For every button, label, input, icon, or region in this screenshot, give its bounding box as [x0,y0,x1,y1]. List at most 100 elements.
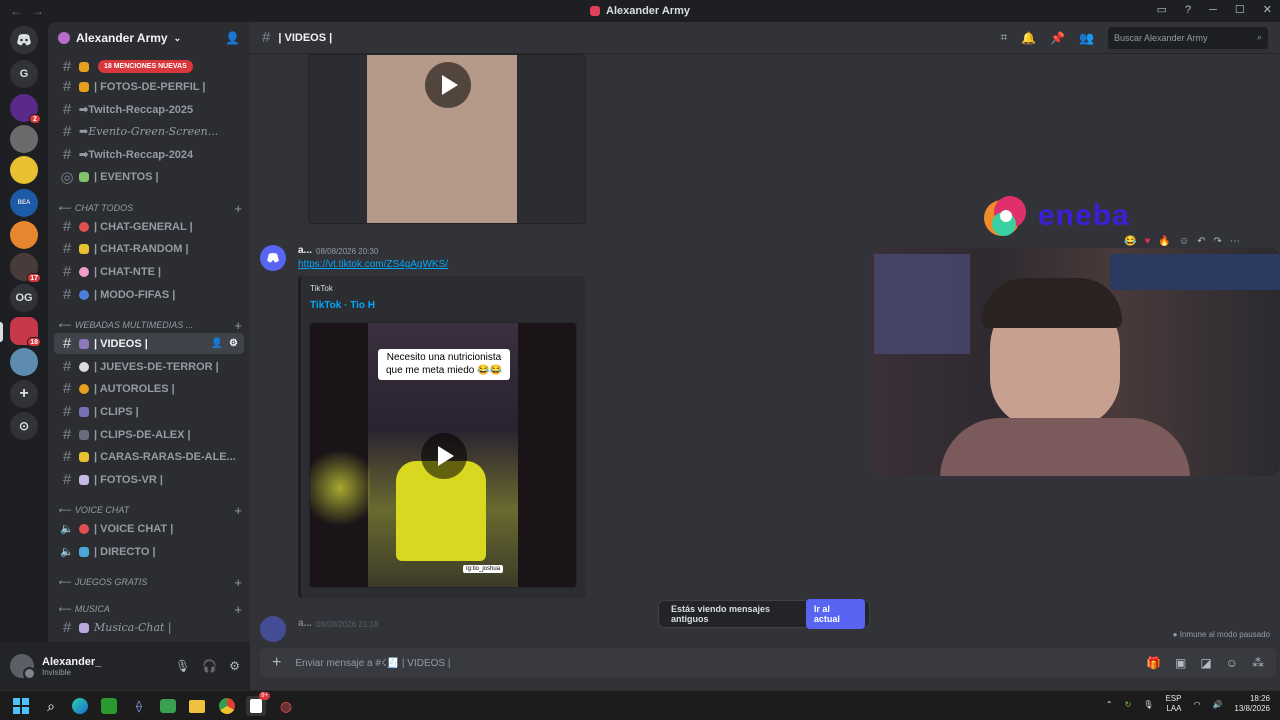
channel-chat-random[interactable]: # | CHAT-RANDOM | [54,238,244,259]
sticker-icon[interactable]: ◪ [1200,656,1211,670]
reply-icon[interactable]: ↶ [1197,236,1205,247]
channel-chat-nte[interactable]: # | CHAT-NTE | [54,261,244,282]
back-icon[interactable]: ← [10,4,22,18]
sync-icon[interactable]: ↻ [1125,700,1132,709]
user-info[interactable]: Alexander_ Invisible [42,656,101,677]
channel-fotos-de-perfil[interactable]: # | FOTOS-DE-PERFIL | [54,76,244,97]
server-dark[interactable]: 17 [10,253,41,283]
file-explorer-icon[interactable] [187,696,207,716]
channel-twitch-reccap-2024[interactable]: # ➡Twitch-Reccap-2024 [54,144,244,165]
pin-icon[interactable]: 📌 [1050,31,1065,45]
add-channel-icon[interactable]: + [234,201,242,216]
minimize-button[interactable]: ─ [1209,4,1217,16]
reaction-laugh-icon[interactable]: 😂 [1124,236,1136,247]
add-reaction-icon[interactable]: ☺ [1179,236,1189,247]
direct-messages-button[interactable] [10,26,38,54]
help-icon[interactable]: ? [1185,4,1191,16]
tiktok-video[interactable]: Necesito una nutricionista que me meta m… [309,322,577,588]
category-chat-todos[interactable]: ⟵ CHAT TODOS + [58,200,242,216]
headphones-icon[interactable]: 🎧 [202,659,217,673]
bell-icon[interactable]: 🔔 [1021,31,1036,45]
tiktok-link[interactable]: https://vt.tiktok.com/ZS4gAgWKS/ [298,259,448,270]
inbox-icon[interactable]: ▭ [1157,3,1167,16]
emoji-icon[interactable]: ☺ [1226,656,1238,670]
gear-icon[interactable]: ⚙ [229,338,238,349]
channel-musica-chat[interactable]: # Musica-Chat | [54,617,244,638]
members-icon[interactable]: 👥 [1079,31,1094,45]
channel-modo-fifas[interactable]: # | MODO-FIFAS | [54,284,244,305]
channel-autoroles[interactable]: # | AUTOROLES | [54,378,244,399]
language-indicator[interactable]: ESP LAA [1165,694,1181,715]
channel-fotos-vr[interactable]: # | FOTOS-VR | [54,469,244,490]
discord-taskbar-icon[interactable]: 9+ [246,692,270,716]
message-avatar[interactable] [260,245,286,271]
channel-chat-general[interactable]: # | CHAT-GENERAL | [54,216,244,237]
channel-evento-green-screen[interactable]: # ➡Evento-Green-Screen... [54,121,244,142]
channel-caras-raras-de-alex[interactable]: # | CARAS-RARAS-DE-ALE... [54,446,244,467]
server-blue[interactable] [10,348,38,376]
server-yellow[interactable] [10,156,38,184]
add-channel-icon[interactable]: + [234,602,242,617]
message-input[interactable]: + Enviar mensaje a #☇🧾 | VIDEOS | 🎁 ▣ ◪ … [260,648,1276,678]
embed-title[interactable]: TikTok · Tio H [310,300,375,311]
add-channel-icon[interactable]: + [234,575,242,590]
channel-directo[interactable]: 🔈 | DIRECTO | [54,541,244,562]
close-button[interactable]: ✕ [1263,3,1272,16]
reaction-heart-icon[interactable]: ♥ [1144,236,1150,247]
maximize-button[interactable]: ☐ [1235,3,1245,16]
server-purple[interactable]: 2 [10,94,41,124]
server-orange[interactable] [10,221,38,249]
channel-voice-chat[interactable]: 🔈 | VOICE CHAT | [54,518,244,539]
volume-icon[interactable]: 🔊 [1212,700,1222,709]
server-grey[interactable] [10,125,38,153]
category-musica[interactable]: ⟵ MUSICA + [58,601,242,617]
channel-clips[interactable]: # | CLIPS | [54,401,244,422]
clock[interactable]: 18:26 13/8/2026 [1234,694,1270,715]
channel-videos[interactable]: # | VIDEOS | 👤 ⚙ [54,333,244,354]
apps-icon[interactable]: ⁂ [1252,656,1264,670]
add-channel-icon[interactable]: + [234,503,242,518]
message-author[interactable]: a... [298,245,312,256]
server-og[interactable]: OG [10,284,38,312]
channel-clips-de-alex[interactable]: # | CLIPS-DE-ALEX | [54,424,244,445]
avatar[interactable] [10,654,36,680]
play-icon[interactable] [425,62,471,108]
channel-jueves-de-terror[interactable]: # | JUEVES-DE-TERROR | [54,356,244,377]
more-icon[interactable]: ⋯ [1230,236,1240,247]
edge-icon[interactable] [70,696,90,716]
app-green-icon[interactable] [158,696,178,716]
upload-plus-icon[interactable]: + [272,654,281,672]
gift-icon[interactable]: 🎁 [1146,656,1161,670]
gear-icon[interactable]: ⚙ [229,659,240,673]
add-server-button[interactable]: + [10,380,38,408]
message-avatar[interactable] [260,616,286,642]
wifi-icon[interactable]: ◠ [1193,700,1200,709]
invite-icon[interactable]: 👤 [211,338,223,349]
search-input[interactable]: Buscar Alexander Army ⌕ [1108,26,1268,49]
chevron-up-icon[interactable]: ⌃ [1106,700,1113,709]
app-icon[interactable]: ⟠ [129,696,149,716]
reaction-fire-icon[interactable]: 🔥 [1158,236,1170,247]
server-header[interactable]: Alexander Army ⌄ 👤 [48,22,250,54]
channel-eventos[interactable]: ◎ | EVENTOS | [54,166,244,187]
message-author[interactable]: a... [298,618,312,629]
threads-icon[interactable]: ⌗ [1000,30,1007,45]
forward-icon[interactable]: ↷ [1213,236,1221,247]
server-g[interactable]: G [10,60,38,88]
chrome-icon[interactable] [217,696,237,716]
category-webadas-multimedias[interactable]: ⟵ WEBADAS MULTIMEDIAS ... + [58,317,242,333]
previous-video-embed[interactable] [308,54,586,224]
search-icon[interactable]: ⌕ [41,696,61,716]
channel-item[interactable]: # 18 MENCIONES NUEVAS [54,56,244,77]
microphone-icon[interactable]: 🎙 [175,659,190,673]
play-icon[interactable] [421,433,467,479]
windows-start-icon[interactable] [11,696,31,716]
mic-tray-icon[interactable]: 🎙 [1143,700,1153,709]
server-alexander-army[interactable]: 18 [10,317,41,347]
discover-icon[interactable]: ⊙ [10,412,38,440]
invite-people-icon[interactable]: 👤 [225,31,240,45]
app-red-icon[interactable]: ◍ [276,696,296,716]
jump-to-present-button[interactable]: Ir al actual [805,599,865,629]
mentions-banner[interactable]: 18 MENCIONES NUEVAS [98,60,193,73]
xbox-icon[interactable] [99,696,119,716]
